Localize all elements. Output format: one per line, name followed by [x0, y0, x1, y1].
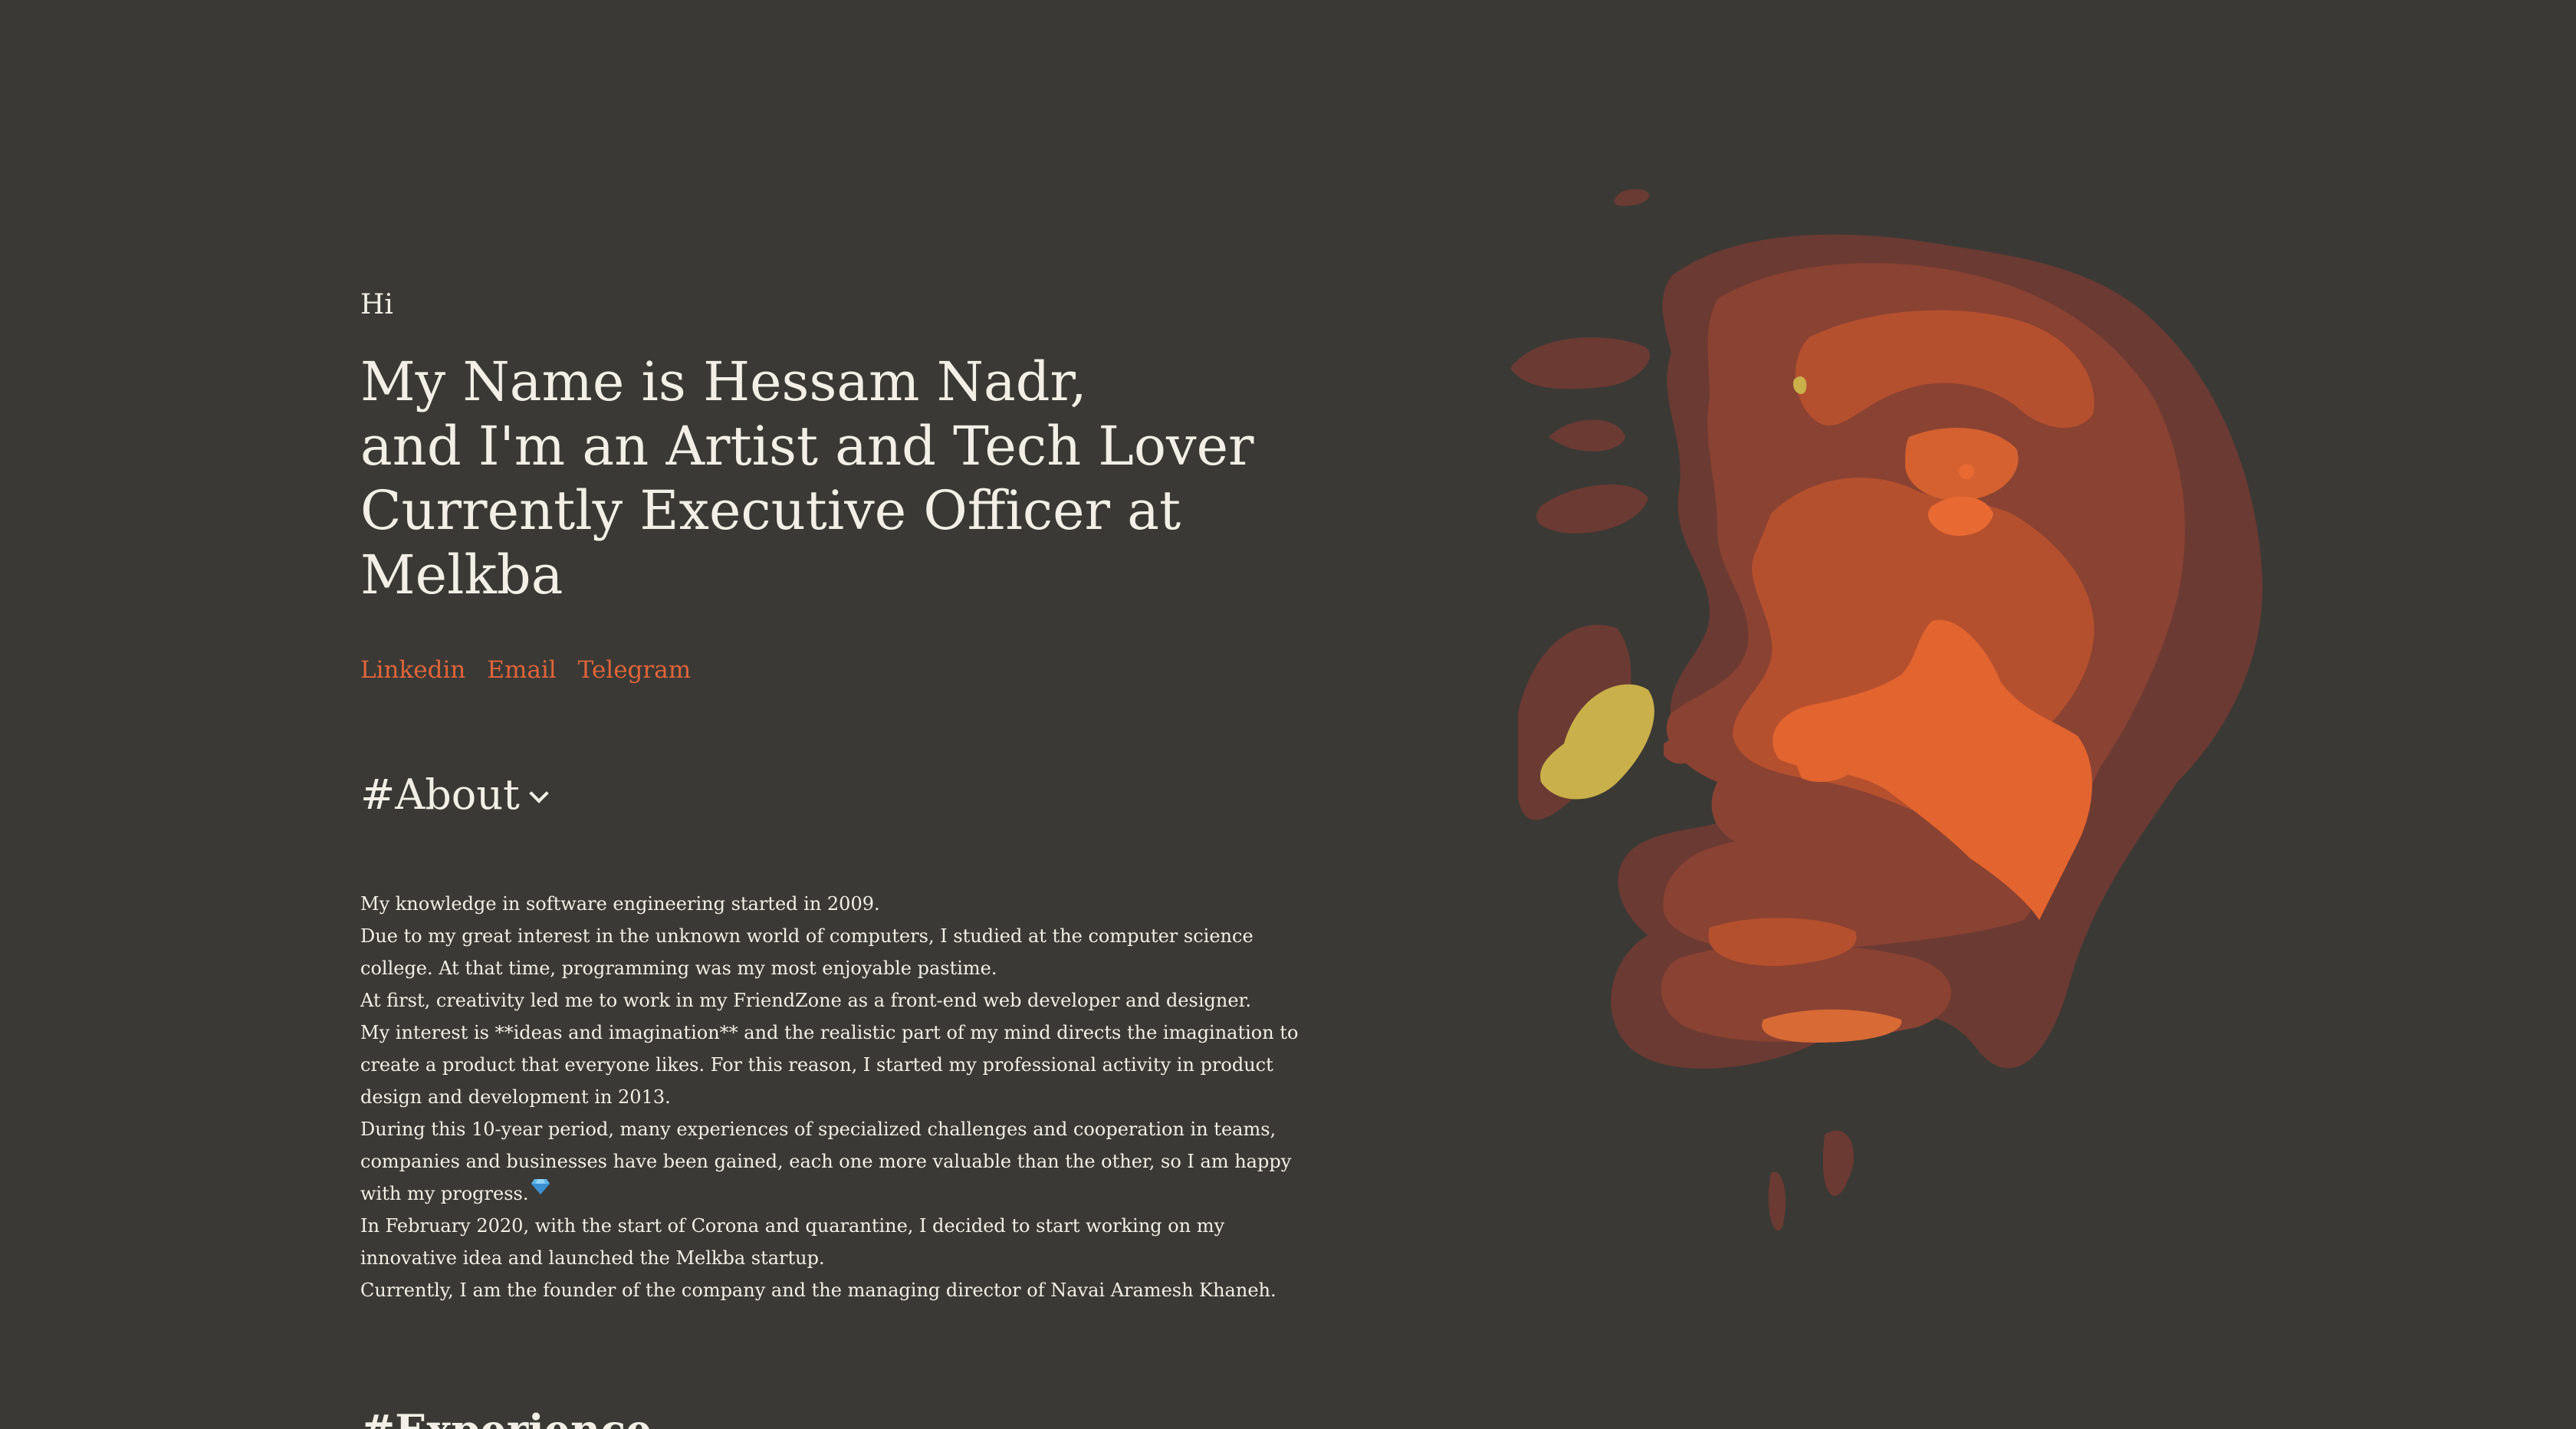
about-paragraph: Currently, I am the founder of the compa…: [360, 1280, 1276, 1301]
gem-icon: [531, 1179, 550, 1194]
greeting: Hi: [360, 289, 393, 320]
headline-line: Currently Executive Officer at: [360, 479, 1181, 542]
headline-line: My Name is Hessam Nadr,: [360, 350, 1087, 413]
social-links: Linkedin Email Telegram: [360, 656, 1311, 684]
headline: My Name is Hessam Nadr, and I'm an Artis…: [360, 350, 1311, 607]
about-paragraph: During this 10-year period, many experie…: [360, 1119, 1292, 1204]
linkedin-link[interactable]: Linkedin: [360, 656, 465, 684]
about-paragraph: At first, creativity led me to work in m…: [360, 990, 1251, 1011]
portrait-illustration: [1510, 189, 2263, 1231]
email-link[interactable]: Email: [487, 656, 556, 684]
headline-line: Melkba: [360, 544, 564, 606]
experience-title: #Experience: [360, 1409, 652, 1429]
chevron-down-icon: [529, 783, 549, 803]
headline-line: and I'm an Artist and Tech Lover: [360, 415, 1254, 478]
about-paragraph: My interest is **ideas and imagination**…: [360, 1022, 1299, 1108]
about-paragraph: In February 2020, with the start of Coro…: [360, 1215, 1225, 1269]
intro-section: Hi My Name is Hessam Nadr, and I'm an Ar…: [360, 291, 1311, 1306]
about-paragraph: Due to my great interest in the unknown …: [360, 925, 1254, 979]
telegram-link[interactable]: Telegram: [578, 656, 691, 684]
about-paragraph-with-emoji: During this 10-year period, many experie…: [360, 1113, 1311, 1210]
about-title: #About: [360, 770, 520, 819]
about-section-toggle[interactable]: #About: [360, 774, 1311, 816]
about-paragraph: My knowledge in software engineering sta…: [360, 893, 880, 915]
about-text: My knowledge in software engineering sta…: [360, 888, 1311, 1306]
